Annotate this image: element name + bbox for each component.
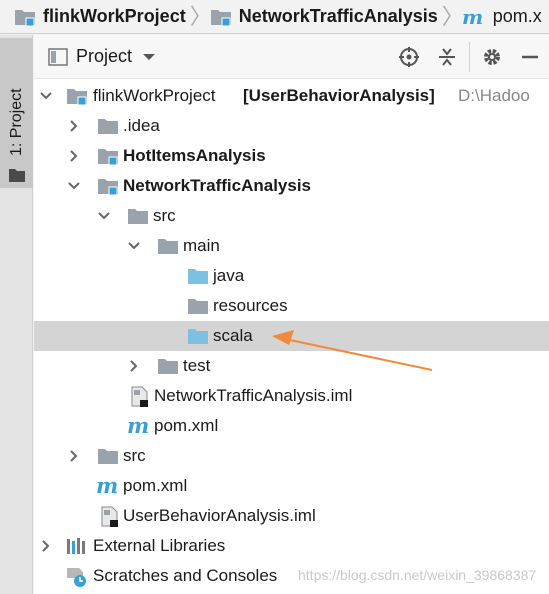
watermark: https://blog.csdn.net/weixin_39868387: [298, 567, 537, 583]
annotation-arrow: [272, 330, 433, 371]
